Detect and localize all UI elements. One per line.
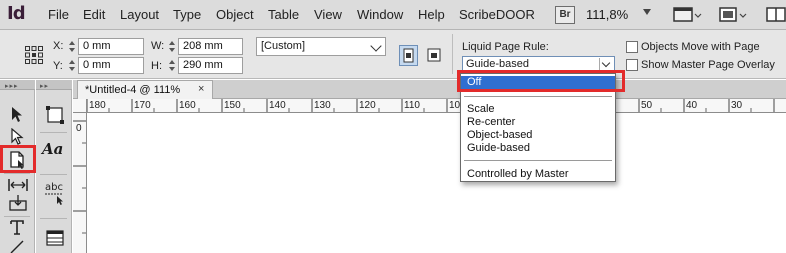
ruler-origin[interactable] xyxy=(73,99,87,113)
type-tool-icon[interactable] xyxy=(9,219,27,238)
w-stepper[interactable] xyxy=(168,40,176,54)
divider xyxy=(4,173,30,174)
ruler-label: 130 xyxy=(314,100,331,111)
line-tool-icon[interactable] xyxy=(9,238,25,253)
menu-window[interactable]: Window xyxy=(357,7,403,22)
panel-header[interactable]: ▸▸ xyxy=(36,80,72,90)
ruler-label: 110 xyxy=(404,100,420,111)
close-icon[interactable]: × xyxy=(198,83,204,95)
menu-item-guide-based[interactable]: Guide-based xyxy=(467,142,530,154)
menu-scribedoor[interactable]: ScribeDOOR xyxy=(459,7,535,22)
objects-move-label: Objects Move with Page xyxy=(641,41,760,53)
grip-icon[interactable]: ▸▸▸ xyxy=(5,82,19,90)
menu-file[interactable]: File xyxy=(48,7,69,22)
vertical-ruler[interactable]: 0 xyxy=(73,113,87,253)
x-stepper[interactable] xyxy=(68,40,76,54)
character-styles-icon[interactable]: Aa xyxy=(42,140,63,158)
ruler-label: 30 xyxy=(731,100,743,111)
chevron-down-icon xyxy=(370,40,382,52)
panel-header[interactable]: ▸▸▸ xyxy=(0,80,35,90)
menu-bar: Id File Edit Layout Type Object Table Vi… xyxy=(0,0,786,30)
portrait-orientation-button[interactable] xyxy=(399,45,418,66)
master-overlay-label: Show Master Page Overlay xyxy=(641,59,775,71)
panel-dock: ▸▸ Aa abc xyxy=(36,80,72,253)
document-tab-bar: *Untitled-4 @ 111% × xyxy=(73,80,786,99)
y-label: Y: xyxy=(53,60,63,72)
app-logo: Id xyxy=(7,3,26,24)
w-field[interactable]: 208 mm xyxy=(178,38,243,55)
divider xyxy=(452,34,453,74)
menu-object[interactable]: Object xyxy=(216,7,254,22)
document-tab[interactable]: *Untitled-4 @ 111% × xyxy=(77,80,213,99)
y-stepper[interactable] xyxy=(68,59,76,73)
svg-text:abc: abc xyxy=(45,182,63,193)
menu-view[interactable]: View xyxy=(314,7,342,22)
divider xyxy=(4,216,30,217)
ruler-label: 120 xyxy=(359,100,376,111)
grip-icon[interactable]: ▸▸ xyxy=(40,82,49,90)
frame-fitting-icon[interactable] xyxy=(44,104,66,129)
menu-item-controlled-by-master[interactable]: Controlled by Master xyxy=(467,168,569,180)
h-stepper[interactable] xyxy=(168,59,176,73)
menu-help[interactable]: Help xyxy=(418,7,445,22)
menu-item-object-based[interactable]: Object-based xyxy=(467,129,532,141)
h-label: H: xyxy=(151,60,162,72)
menu-layout[interactable]: Layout xyxy=(120,7,159,22)
zoom-level[interactable]: 111,8% xyxy=(586,7,628,22)
page-preset-select[interactable]: [Custom] xyxy=(256,37,386,56)
content-collector-icon[interactable] xyxy=(8,194,28,215)
horizontal-ruler[interactable]: 180 170 160 150 140 130 120 110 100 50 4… xyxy=(73,99,786,113)
menu-item-scale[interactable]: Scale xyxy=(467,103,495,115)
ruler-label: 160 xyxy=(179,100,196,111)
ruler-label: 180 xyxy=(89,100,106,111)
zoom-dropdown-icon[interactable] xyxy=(643,9,651,15)
divider xyxy=(40,174,67,175)
off-option-highlight xyxy=(457,70,625,92)
y-field[interactable]: 0 mm xyxy=(78,57,144,74)
ruler-label: 140 xyxy=(269,100,286,111)
h-field[interactable]: 290 mm xyxy=(178,57,243,74)
menu-table[interactable]: Table xyxy=(268,7,299,22)
spelling-icon[interactable]: abc xyxy=(43,180,67,209)
x-label: X: xyxy=(53,40,64,52)
landscape-orientation-button[interactable] xyxy=(425,45,444,66)
ruler-label: 0 xyxy=(76,123,82,134)
divider xyxy=(464,96,612,97)
page-tool-highlight xyxy=(0,145,36,173)
arrange-documents-icon[interactable] xyxy=(765,5,786,25)
ruler-label: 50 xyxy=(641,100,653,111)
table-icon[interactable] xyxy=(46,230,64,249)
w-label: W: xyxy=(151,40,165,52)
divider xyxy=(40,218,67,219)
liquid-page-rule-label: Liquid Page Rule: xyxy=(462,41,549,53)
screen-mode-icon[interactable] xyxy=(717,5,747,25)
menu-edit[interactable]: Edit xyxy=(83,7,105,22)
view-options-icon[interactable] xyxy=(672,5,702,25)
document-canvas[interactable] xyxy=(88,114,786,253)
divider xyxy=(464,160,612,161)
objects-move-checkbox[interactable] xyxy=(626,41,638,53)
menu-type[interactable]: Type xyxy=(173,7,201,22)
ruler-label: 150 xyxy=(224,100,241,111)
x-field[interactable]: 0 mm xyxy=(78,38,144,55)
divider xyxy=(40,132,67,133)
ruler-ticks xyxy=(73,120,86,234)
reference-point-icon[interactable] xyxy=(24,45,44,65)
ruler-label: 40 xyxy=(686,100,698,111)
selection-tool-icon[interactable] xyxy=(10,106,24,127)
master-overlay-checkbox[interactable] xyxy=(626,59,638,71)
bridge-button[interactable]: Br xyxy=(555,6,575,24)
page-preset-value: [Custom] xyxy=(261,40,306,52)
menu-item-re-center[interactable]: Re-center xyxy=(467,116,515,128)
document-tab-title: *Untitled-4 @ 111% xyxy=(85,84,181,96)
ruler-label: 170 xyxy=(134,100,151,111)
